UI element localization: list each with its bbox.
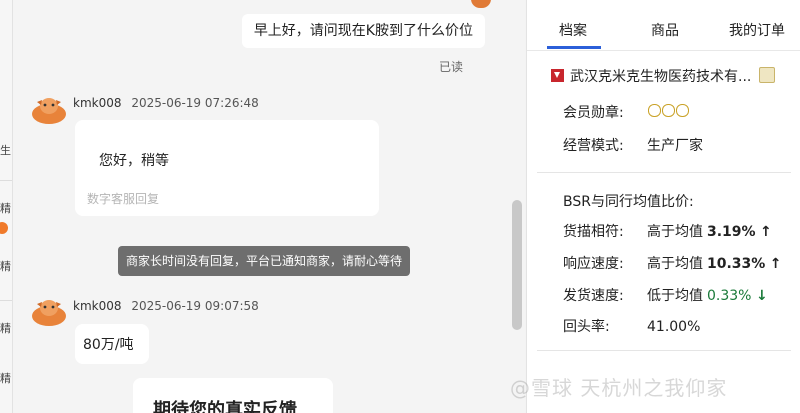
tab-my-orders[interactable]: 我的订单 (729, 20, 785, 40)
message-meta: kmk008 2025-06-19 07:26:48 (73, 96, 259, 110)
sliver-text: 精 (0, 372, 11, 385)
system-notice: 商家长时间没有回复，平台已通知商家，请耐心等待 (118, 246, 411, 276)
message-text: 80万/吨 (83, 337, 134, 353)
message-text: 您好，稍等 (99, 153, 169, 169)
business-mode-value: 生产厂家 (647, 138, 703, 154)
message-meta: kmk008 2025-06-19 09:07:58 (73, 299, 259, 313)
active-tab-indicator (547, 46, 601, 49)
sliver-divider (0, 300, 12, 301)
bsr-title: BSR与同行均值比价: (563, 194, 694, 210)
metric-value: 10.33% (707, 256, 766, 272)
shop-name: 武汉克米克生物医药技术有... (570, 69, 752, 85)
medal-icon (676, 104, 689, 117)
chat-area: 早上好，请问现在K胺到了什么价位 已读 kmk008 2025-06-19 07… (13, 0, 525, 413)
medal-icon (662, 104, 675, 117)
sender-name: kmk008 (73, 299, 122, 313)
shop-logo-icon (551, 69, 564, 82)
member-badge-row: 会员勋章: (563, 102, 624, 122)
left-sidebar-sliver: 生 精 精 精 精 (0, 0, 13, 413)
message-text: 早上好，请问现在K胺到了什么价位 (253, 23, 473, 39)
sliver-badge-dot (0, 222, 8, 234)
sender-name: kmk008 (73, 96, 122, 110)
reply-source-note: 数字客服回复 (87, 192, 160, 206)
verified-badge-icon (759, 67, 776, 83)
sliver-text: 精 (0, 202, 11, 215)
metric-label: 响应速度: (563, 256, 624, 272)
business-mode-label: 经营模式: (563, 138, 624, 154)
message-text: 期待您的真实反馈 (153, 400, 297, 413)
avatar (471, 0, 491, 8)
outgoing-message: 早上好，请问现在K胺到了什么价位 (241, 14, 485, 48)
cow-avatar-icon[interactable] (31, 96, 67, 124)
repurchase-label: 回头率: (563, 319, 610, 335)
repurchase-row: 回头率: 41.00% (563, 316, 700, 336)
tab-profile[interactable]: 档案 (559, 20, 587, 40)
metric-value: 0.33% (707, 288, 752, 304)
chat-scrollbar[interactable] (512, 200, 522, 330)
metric-row: 响应速度: 高于均值 10.33% ↑ (563, 253, 782, 273)
metric-value: 3.19% (707, 224, 756, 240)
metric-compare: 高于均值 (647, 256, 703, 272)
message-time: 2025-06-19 09:07:58 (131, 299, 259, 313)
arrow-up-icon: ↑ (769, 256, 782, 272)
message-time: 2025-06-19 07:26:48 (131, 96, 259, 110)
sliver-text: 精 (0, 260, 11, 273)
medal-icon (648, 104, 661, 117)
metric-row: 发货速度: 低于均值 0.33% ↓ (563, 285, 768, 305)
shop-name-row[interactable]: 武汉克米克生物医药技术有... (551, 66, 776, 86)
incoming-message: 80万/吨 (75, 324, 149, 364)
watermark: @雪球 天杭州之我仰家 (510, 376, 728, 400)
repurchase-value: 41.00% (647, 319, 701, 335)
arrow-down-icon: ↓ (755, 288, 768, 304)
read-status: 已读 (438, 60, 463, 74)
panel-tabs: 档案 商品 我的订单 (527, 0, 800, 51)
section-divider (537, 350, 791, 351)
section-divider (537, 172, 791, 173)
sliver-text: 生 (0, 144, 11, 157)
sliver-text: 精 (0, 322, 11, 335)
metric-label: 发货速度: (563, 288, 624, 304)
business-mode-row: 经营模式: 生产厂家 (563, 135, 703, 155)
arrow-up-icon: ↑ (760, 224, 772, 240)
incoming-message-partial: 期待您的真实反馈 (133, 378, 333, 413)
sliver-divider (0, 180, 12, 181)
metric-compare: 低于均值 (647, 288, 703, 304)
metric-compare: 高于均值 (647, 224, 703, 240)
member-medals (648, 102, 690, 121)
tab-products[interactable]: 商品 (651, 20, 679, 40)
metric-row: 货描相符: 高于均值 3.19% ↑ (563, 221, 772, 241)
member-badge-label: 会员勋章: (563, 105, 624, 121)
shop-info-panel: 档案 商品 我的订单 武汉克米克生物医药技术有... 会员勋章: 经营模式: 生产… (526, 0, 800, 413)
incoming-message: 您好，稍等 数字客服回复 (75, 120, 379, 216)
metric-label: 货描相符: (563, 224, 624, 240)
cow-avatar-icon[interactable] (31, 298, 67, 326)
